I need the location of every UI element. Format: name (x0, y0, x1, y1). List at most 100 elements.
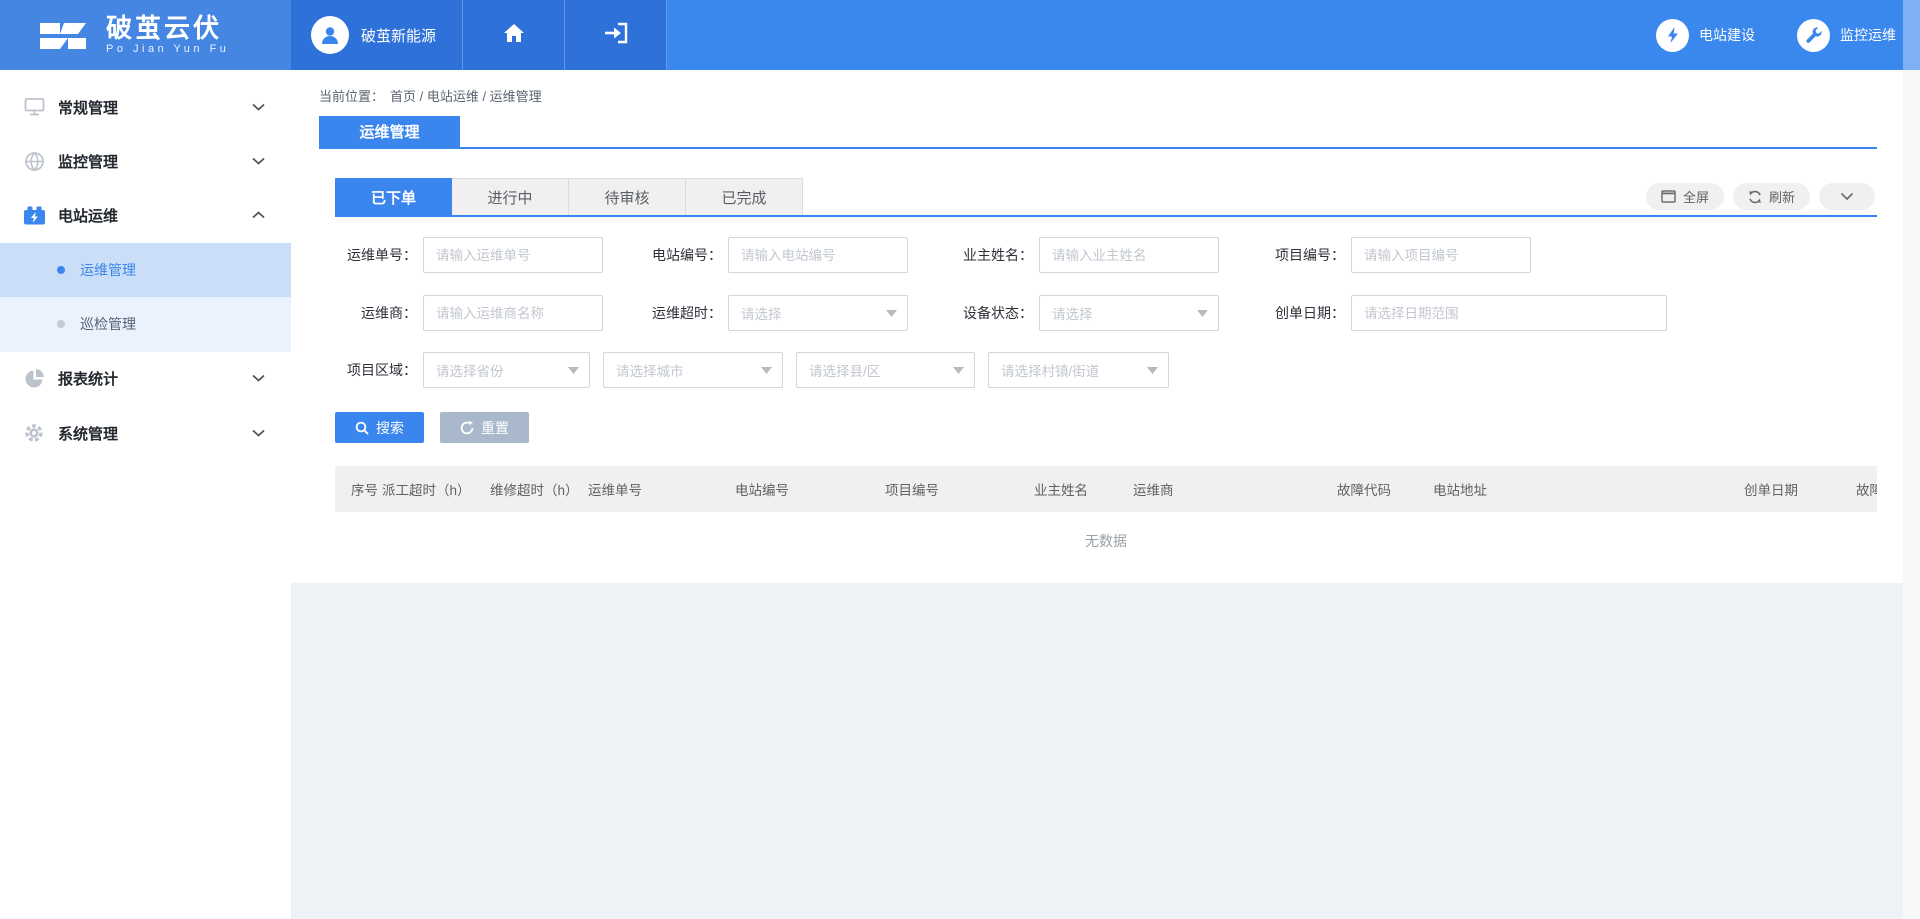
field-label: 创单日期： (1263, 303, 1345, 323)
owner-name-input[interactable] (1039, 237, 1219, 273)
breadcrumb-label: 当前位置： (319, 89, 384, 104)
refresh-icon (1748, 190, 1762, 204)
create-date-range-input[interactable] (1351, 295, 1667, 331)
station-no-input[interactable] (728, 237, 908, 273)
fullscreen-icon (1661, 190, 1676, 203)
fullscreen-button[interactable]: 全屏 (1646, 183, 1724, 210)
wrench-icon (1805, 26, 1823, 44)
chevron-up-icon (252, 211, 265, 219)
chevron-down-icon (252, 429, 265, 437)
sidebar-item-label: 系统管理 (58, 423, 252, 444)
top-header: 破茧云伏 Po Jian Yun Fu 破茧新能源 (0, 0, 1920, 70)
caret-down-icon (1197, 310, 1208, 317)
sidebar-submenu: 运维管理 巡检管理 (0, 243, 291, 352)
login-arrow-icon (603, 22, 629, 49)
chevron-down-icon (252, 157, 265, 165)
project-no-input[interactable] (1351, 237, 1531, 273)
province-select[interactable]: 请选择省份 (423, 352, 590, 388)
field-label: 运维单号： (335, 245, 417, 265)
city-select[interactable]: 请选择城市 (603, 352, 783, 388)
field-label: 业主姓名： (951, 245, 1033, 265)
sidebar-item-system-management[interactable]: 系统管理 (0, 406, 291, 460)
sidebar-item-station-ops[interactable]: 电站运维 (0, 188, 291, 242)
filter-row-region: 项目区域： 请选择省份 请选择城市 请选择县/区 请选择村镇/街道 (335, 352, 1877, 388)
status-tab-underline (335, 215, 1877, 217)
filter-row-1: 运维单号： 电站编号： 业主姓名： 项目编号： (335, 237, 1877, 273)
nav-station-construction[interactable]: 电站建设 (1656, 19, 1755, 52)
sidebar-item-ops-management[interactable]: 运维管理 (0, 243, 291, 297)
tab-ordered[interactable]: 已下单 (335, 178, 452, 216)
tab-pending-review[interactable]: 待审核 (569, 178, 686, 216)
refresh-label: 刷新 (1769, 187, 1795, 206)
town-select[interactable]: 请选择村镇/街道 (988, 352, 1169, 388)
pie-chart-icon (22, 367, 46, 389)
ops-vendor-input[interactable] (423, 295, 603, 331)
panel-toolbar: 全屏 刷新 (1646, 183, 1875, 210)
field-label: 项目编号： (1263, 245, 1345, 265)
home-button[interactable] (463, 0, 565, 70)
column-header: 电站编号 (735, 479, 885, 499)
tab-completed[interactable]: 已完成 (686, 178, 803, 216)
column-header: 业主姓名 (1034, 479, 1133, 499)
search-button[interactable]: 搜索 (335, 412, 424, 443)
column-header: 电站地址 (1433, 479, 1744, 499)
chevron-down-icon (1840, 192, 1854, 201)
gear-icon (22, 422, 46, 444)
page-tab-ops-management[interactable]: 运维管理 (319, 116, 460, 147)
chevron-down-icon (252, 374, 265, 382)
filter-row-2: 运维商： 运维超时： 请选择 设备状态： 请选择 (335, 295, 1877, 331)
nav-label: 监控运维 (1840, 25, 1896, 45)
reset-label: 重置 (481, 418, 509, 438)
person-icon (318, 23, 342, 47)
nav-monitoring-ops[interactable]: 监控运维 (1797, 19, 1896, 52)
header-user-name: 破茧新能源 (361, 25, 436, 46)
logout-button[interactable] (565, 0, 667, 70)
fullscreen-label: 全屏 (1683, 187, 1709, 206)
submenu-item-label: 运维管理 (80, 260, 136, 280)
field-label: 运维商： (335, 303, 417, 323)
sidebar-item-monitoring-management[interactable]: 监控管理 (0, 134, 291, 188)
reset-button[interactable]: 重置 (440, 412, 529, 443)
user-avatar (311, 16, 349, 54)
search-label: 搜索 (376, 418, 404, 438)
logo-mark-icon (38, 13, 90, 57)
field-label: 电站编号： (640, 245, 722, 265)
field-label: 运维超时： (640, 303, 722, 323)
search-icon (355, 421, 369, 435)
ops-order-no-input[interactable] (423, 237, 603, 273)
sidebar-item-label: 电站运维 (58, 205, 252, 226)
column-header: 运维商 (1133, 479, 1337, 499)
scrollbar-header-cap (1903, 0, 1920, 70)
column-header: 派工超时（h） (382, 479, 490, 499)
nav-label: 电站建设 (1699, 25, 1755, 45)
sidebar-item-label: 监控管理 (58, 151, 252, 172)
sidebar-item-report-statistics[interactable]: 报表统计 (0, 351, 291, 405)
column-header: 运维单号 (588, 479, 735, 499)
caret-down-icon (568, 367, 579, 374)
breadcrumb: 当前位置：首页 / 电站运维 / 运维管理 (319, 86, 542, 105)
caret-down-icon (1147, 367, 1158, 374)
brand-title: 破茧云伏 (106, 14, 229, 42)
refresh-button[interactable]: 刷新 (1733, 183, 1810, 210)
page-scrollbar[interactable] (1903, 70, 1920, 919)
field-label: 项目区域： (335, 360, 417, 380)
tab-in-progress[interactable]: 进行中 (452, 178, 569, 216)
column-header: 故障代码 (1337, 479, 1433, 499)
sidebar-item-general-management[interactable]: 常规管理 (0, 80, 291, 134)
caret-down-icon (761, 367, 772, 374)
collapse-button[interactable] (1819, 183, 1875, 210)
ops-timeout-select[interactable]: 请选择 (728, 295, 908, 331)
field-label: 设备状态： (951, 303, 1033, 323)
page-tab-underline (319, 147, 1877, 149)
sidebar: 常规管理 监控管理 (0, 70, 291, 919)
brand-logo: 破茧云伏 Po Jian Yun Fu (0, 0, 291, 70)
county-select[interactable]: 请选择县/区 (796, 352, 975, 388)
reset-icon (460, 421, 474, 435)
device-status-select[interactable]: 请选择 (1039, 295, 1219, 331)
caret-down-icon (953, 367, 964, 374)
column-header-clipped: 故障 (1856, 479, 1877, 499)
battery-bolt-icon (22, 204, 46, 226)
app-window: 破茧云伏 Po Jian Yun Fu 破茧新能源 (0, 0, 1920, 919)
sidebar-item-inspection-management[interactable]: 巡检管理 (0, 297, 291, 351)
header-user-section[interactable]: 破茧新能源 (291, 0, 463, 70)
